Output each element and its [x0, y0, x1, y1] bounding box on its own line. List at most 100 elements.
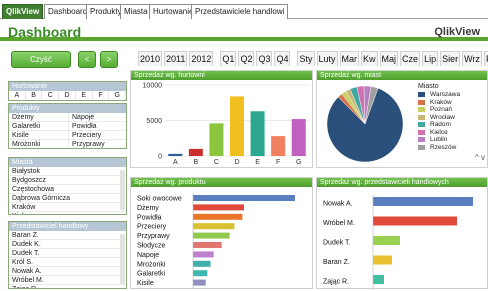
- listbox-item-hurtownia[interactable]: F: [93, 91, 110, 100]
- panel-sales-by-rep: Sprzedaż wg. przedstawicieli handlowych …: [316, 177, 488, 290]
- listbox-item-produkt[interactable]: Napoje: [69, 113, 126, 122]
- bar-f[interactable]: [271, 136, 286, 156]
- scrollbar[interactable]: [120, 170, 125, 210]
- legend-item[interactable]: Wrocław: [418, 114, 476, 122]
- bar-kisile[interactable]: [193, 279, 206, 286]
- tab-miasta[interactable]: Miasta: [120, 4, 152, 19]
- listbox-item-hurtownia[interactable]: C: [42, 91, 60, 100]
- legend-label: Poznań: [430, 106, 453, 114]
- listbox-item-hurtownia[interactable]: B: [26, 91, 43, 100]
- bar-powidła[interactable]: [193, 213, 243, 220]
- listbox-item-hurtownia[interactable]: E: [76, 91, 93, 100]
- date-filter-kw[interactable]: Kw: [361, 51, 378, 66]
- date-filter-cze[interactable]: Cze: [400, 51, 421, 66]
- date-filter-mar[interactable]: Mar: [339, 51, 360, 66]
- listbox-item-hurtownia[interactable]: D: [59, 91, 76, 100]
- legend-item[interactable]: Kielce: [418, 129, 476, 137]
- date-filter-luty[interactable]: Luty: [316, 51, 338, 66]
- date-filter-q4[interactable]: Q4: [274, 51, 291, 66]
- bar-przyprawy[interactable]: [193, 232, 230, 239]
- x-tick-label: B: [194, 159, 199, 166]
- listbox-item-hurtownia[interactable]: G: [109, 91, 126, 100]
- category-label: Galaretki: [137, 271, 165, 278]
- date-filter-2011[interactable]: 2011: [164, 51, 188, 66]
- tab-przedstawiciele[interactable]: Przedstawiciele handlowi: [191, 4, 289, 19]
- category-label: Przeciery: [137, 224, 167, 231]
- legend-label: Kielce: [430, 128, 448, 136]
- bar-zając-r-[interactable]: [373, 275, 384, 284]
- date-filter-q3[interactable]: Q3: [256, 51, 273, 66]
- listbox-item-przedstawiciel[interactable]: Nowak A.: [9, 267, 126, 276]
- category-label: Mrożonki: [137, 261, 166, 268]
- category-label: Baran Z.: [323, 259, 350, 266]
- bar-przeciery[interactable]: [193, 223, 235, 230]
- legend-label: Rzeszów: [430, 143, 457, 151]
- date-filter-wrz[interactable]: Wrz: [462, 51, 482, 66]
- listbox-item-przedstawiciel[interactable]: Baran Z.: [9, 231, 126, 240]
- legend-label: Warszawa: [430, 91, 461, 99]
- listbox-item-produkt[interactable]: Przyprawy: [69, 140, 126, 148]
- date-filter-q2[interactable]: Q2: [238, 51, 255, 66]
- listbox-item-produkt[interactable]: Mrożonki: [9, 140, 69, 148]
- category-label: Napoje: [137, 252, 159, 259]
- listbox-item-miasto[interactable]: Dąbrowa Górnicza: [9, 194, 126, 203]
- listbox-item-produkt[interactable]: Dżemy: [9, 113, 69, 122]
- bar-baran-z-[interactable]: [373, 255, 392, 265]
- bar-b[interactable]: [188, 148, 203, 156]
- tab-dashboard[interactable]: Dashboard: [44, 4, 92, 19]
- legend-item[interactable]: Poznań: [418, 106, 476, 114]
- bar-wróbel-m-[interactable]: [373, 216, 457, 226]
- legend-item[interactable]: Rzeszów: [418, 144, 476, 152]
- clear-button[interactable]: Czyść: [11, 51, 71, 68]
- date-filter-sier[interactable]: Sier: [440, 51, 461, 66]
- date-filter-2010[interactable]: 2010: [138, 51, 163, 66]
- category-label: Dżemy: [137, 205, 159, 212]
- legend-item[interactable]: Radom: [418, 121, 476, 129]
- bar-dżemy[interactable]: [193, 204, 244, 211]
- legend-item[interactable]: Lublin: [418, 136, 476, 144]
- listbox-item-produkt[interactable]: Kisile: [9, 131, 69, 140]
- listbox-item-miasto[interactable]: Kielce: [9, 212, 126, 214]
- bar-a[interactable]: [168, 153, 183, 156]
- tab-qlikview[interactable]: QlikView: [2, 4, 44, 19]
- bar-g[interactable]: [291, 119, 306, 156]
- bar-c[interactable]: [209, 123, 224, 156]
- listbox-item-przedstawiciel[interactable]: Dudek K.: [9, 240, 126, 249]
- bar-e[interactable]: [250, 111, 265, 156]
- legend-nav-arrows[interactable]: ^ v: [475, 153, 485, 162]
- bar-napoje[interactable]: [193, 251, 214, 258]
- listbox-item-miasto[interactable]: Kraków: [9, 203, 126, 212]
- scrollbar[interactable]: [120, 234, 125, 284]
- bar-nowak-a-[interactable]: [373, 197, 473, 206]
- category-label: Soki owocowe: [137, 196, 182, 203]
- date-filter-lip[interactable]: Lip: [422, 51, 439, 66]
- listbox-item-przedstawiciel[interactable]: Zając R.: [9, 285, 126, 288]
- date-filter-q1[interactable]: Q1: [220, 51, 237, 66]
- listbox-item-miasto[interactable]: Białystok: [9, 167, 126, 176]
- bar-słodycze[interactable]: [193, 242, 222, 248]
- forward-button[interactable]: >: [100, 51, 118, 68]
- back-button[interactable]: <: [78, 51, 96, 68]
- x-tick-label: D: [234, 159, 239, 166]
- listbox-item-miasto[interactable]: Częstochowa: [9, 185, 126, 194]
- legend-item[interactable]: Kraków: [418, 99, 476, 107]
- listbox-item-produkt[interactable]: Przeciery: [69, 131, 126, 140]
- bar-galaretki[interactable]: [193, 270, 208, 277]
- pie-chart-city: [326, 85, 404, 163]
- date-filter-paź[interactable]: Paź: [483, 51, 488, 66]
- date-filter-maj[interactable]: Maj: [379, 51, 399, 66]
- bar-soki-owocowe[interactable]: [193, 195, 295, 201]
- date-filter-2012[interactable]: 2012: [189, 51, 214, 66]
- listbox-item-produkt[interactable]: Galaretki: [9, 122, 69, 131]
- legend-item[interactable]: Warszawa: [418, 91, 476, 99]
- listbox-item-przedstawiciel[interactable]: Król S.: [9, 258, 126, 267]
- listbox-item-przedstawiciel[interactable]: Wróbel M.: [9, 276, 126, 285]
- date-filter-sty[interactable]: Sty: [297, 51, 315, 66]
- bar-mrożonki[interactable]: [193, 260, 211, 267]
- listbox-item-przedstawiciel[interactable]: Dudek T.: [9, 249, 126, 258]
- bar-d[interactable]: [230, 96, 244, 156]
- listbox-item-hurtownia[interactable]: A: [9, 91, 26, 100]
- listbox-item-miasto[interactable]: Bydgoszcz: [9, 176, 126, 185]
- bar-dudek-t-[interactable]: [373, 236, 400, 245]
- listbox-item-produkt[interactable]: Powidła: [69, 122, 126, 131]
